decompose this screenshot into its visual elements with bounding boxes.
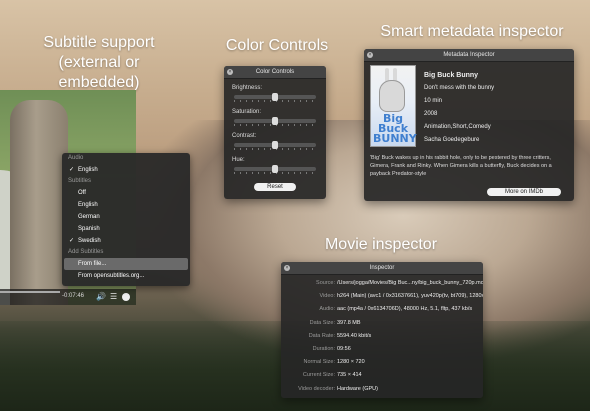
- player-controls: -0:07:46 🔊 ☰: [0, 289, 136, 305]
- movie-year: 2008: [424, 111, 438, 117]
- metadata-caption: Smart metadata inspector: [380, 23, 564, 40]
- subtitle-caption-line2: (external or embedded): [58, 54, 140, 91]
- menu-item-subtitle-off[interactable]: Off: [62, 187, 190, 199]
- movie-title: Big Buck Bunny: [424, 72, 479, 79]
- more-on-imdb-button[interactable]: More on IMDb: [487, 188, 561, 196]
- metadata-title: Metadata Inspector: [443, 52, 495, 58]
- menu-item-subtitle-german[interactable]: German: [62, 211, 190, 223]
- close-icon[interactable]: ×: [227, 69, 233, 75]
- movie-runtime: 10 min: [424, 98, 443, 104]
- inspector-row-data-size: Data Size: 397.8 MB: [281, 317, 483, 330]
- inspector-row-audio: Audio: aac (mp4a / 0x6134706D), 48000 Hz,…: [281, 303, 483, 316]
- inspector-value: 5594.40 kbit/s: [337, 332, 372, 339]
- contrast-knob[interactable]: [272, 141, 278, 149]
- inspector-value: 09:56: [337, 345, 351, 352]
- color-controls-titlebar: × Color Controls: [224, 66, 326, 79]
- inspector-rows: Source:/Users/jogga/Movies/Big Buc...ny/…: [281, 275, 483, 396]
- inspector-value: 735 × 414: [337, 372, 362, 379]
- menu-item-subtitle-swedish[interactable]: Swedish: [62, 235, 190, 247]
- reset-button[interactable]: Reset: [254, 183, 296, 191]
- movie-tagline: Don't mess with the bunny: [424, 85, 495, 91]
- inspector-row-video: Video: h264 (Main) (avc1 / 0x31637661), y…: [281, 290, 484, 303]
- menu-item-subtitle-english[interactable]: English: [62, 199, 190, 211]
- inspector-row-video-decoder: Video decoder: Hardware (GPU): [281, 383, 483, 396]
- poster-logo-text: Big Buck BUNNY: [373, 112, 417, 145]
- hue-knob[interactable]: [272, 165, 278, 173]
- time-remaining: -0:07:46: [62, 293, 85, 299]
- menu-item-audio-english[interactable]: English: [62, 164, 190, 176]
- subtitle-caption: Subtitle support (external or embedded): [24, 33, 174, 93]
- inspector-key: Audio:: [319, 306, 335, 313]
- inspector-row-normal-size: Normal Size: 1280 × 720: [281, 356, 483, 369]
- movie-director: Sacha Goedegebure: [424, 137, 480, 143]
- subtitles-menu-icon[interactable]: [122, 293, 130, 301]
- menu-item-from-opensubtitles[interactable]: From opensubtitles.org...: [62, 270, 190, 282]
- menu-header-add-subtitles: Add Subtitles: [68, 249, 104, 255]
- inspector-row-current-size: Current Size: 735 × 414: [281, 369, 483, 382]
- brightness-knob[interactable]: [272, 93, 278, 101]
- inspector-key: Video decoder:: [298, 385, 335, 392]
- movie-caption: Movie inspector: [324, 236, 438, 253]
- inspector-key: Data Size:: [309, 319, 335, 326]
- inspector-key: Data Rate:: [308, 332, 335, 339]
- menu-header-subtitles: Subtitles: [68, 178, 92, 184]
- color-caption: Color Controls: [225, 37, 329, 54]
- subtitle-caption-line1: Subtitle support: [43, 34, 155, 51]
- inspector-value: 1280 × 720: [337, 359, 365, 366]
- movie-genres: Animation,Short,Comedy: [424, 124, 491, 130]
- inspector-title: Inspector: [369, 265, 395, 271]
- playlist-icon[interactable]: ☰: [110, 292, 117, 301]
- inspector-value: aac (mp4a / 0x6134706D), 48000 Hz, 5.1, …: [337, 306, 473, 313]
- movie-poster: Big Buck BUNNY: [370, 65, 417, 147]
- audio-subtitles-menu: Audio English Subtitles Off English Germ…: [62, 153, 190, 286]
- brightness-label: Brightness:: [232, 85, 263, 91]
- volume-icon[interactable]: 🔊: [96, 292, 106, 301]
- saturation-slider[interactable]: [234, 117, 316, 126]
- inspector-row-source: Source:/Users/jogga/Movies/Big Buc...ny/…: [281, 277, 483, 290]
- menu-header-audio: Audio: [68, 155, 84, 161]
- hue-slider[interactable]: [234, 165, 316, 174]
- movie-inspector-window: × Inspector Source:/Users/jogga/Movies/B…: [281, 262, 483, 398]
- inspector-value: 397.8 MB: [337, 319, 361, 326]
- brightness-slider[interactable]: [234, 93, 316, 102]
- menu-item-from-file[interactable]: From file...: [64, 258, 188, 270]
- inspector-key: Video:: [319, 293, 336, 300]
- metadata-inspector-window: × Metadata Inspector Big Buck BUNNY Big …: [364, 49, 574, 201]
- inspector-row-data-rate: Data Rate: 5594.40 kbit/s: [281, 330, 483, 343]
- metadata-titlebar: × Metadata Inspector: [364, 49, 574, 62]
- metadata-details: Big Buck Bunny Don't mess with the bunny…: [424, 69, 494, 147]
- inspector-titlebar: × Inspector: [281, 262, 483, 275]
- movie-description: 'Big' Buck wakes up in his rabbit hole, …: [370, 155, 552, 177]
- inspector-value: Hardware (GPU): [337, 385, 378, 392]
- inspector-key: Duration:: [312, 345, 335, 352]
- color-controls-window: × Color Controls Brightness: Saturation:…: [224, 66, 326, 199]
- close-icon[interactable]: ×: [284, 265, 290, 271]
- contrast-label: Contrast:: [232, 133, 257, 139]
- close-icon[interactable]: ×: [367, 52, 373, 58]
- saturation-label: Saturation:: [232, 109, 262, 115]
- inspector-key: Current Size:: [302, 372, 335, 379]
- inspector-key: Normal Size:: [303, 359, 335, 366]
- contrast-slider[interactable]: [234, 141, 316, 150]
- menu-item-subtitle-spanish[interactable]: Spanish: [62, 223, 190, 235]
- video-scene-tree: [10, 100, 68, 305]
- hue-label: Hue:: [232, 157, 245, 163]
- inspector-value: /Users/jogga/Movies/Big Buc...ny/big_buc…: [337, 280, 483, 286]
- inspector-row-duration: Duration: 09:56: [281, 343, 483, 356]
- color-controls-title: Color Controls: [255, 69, 295, 75]
- progress-bar[interactable]: [0, 291, 60, 293]
- saturation-knob[interactable]: [272, 117, 278, 125]
- inspector-key: Source:: [316, 280, 335, 286]
- inspector-value: h264 (Main) (avc1 / 0x31637661), yuv420p…: [337, 293, 483, 300]
